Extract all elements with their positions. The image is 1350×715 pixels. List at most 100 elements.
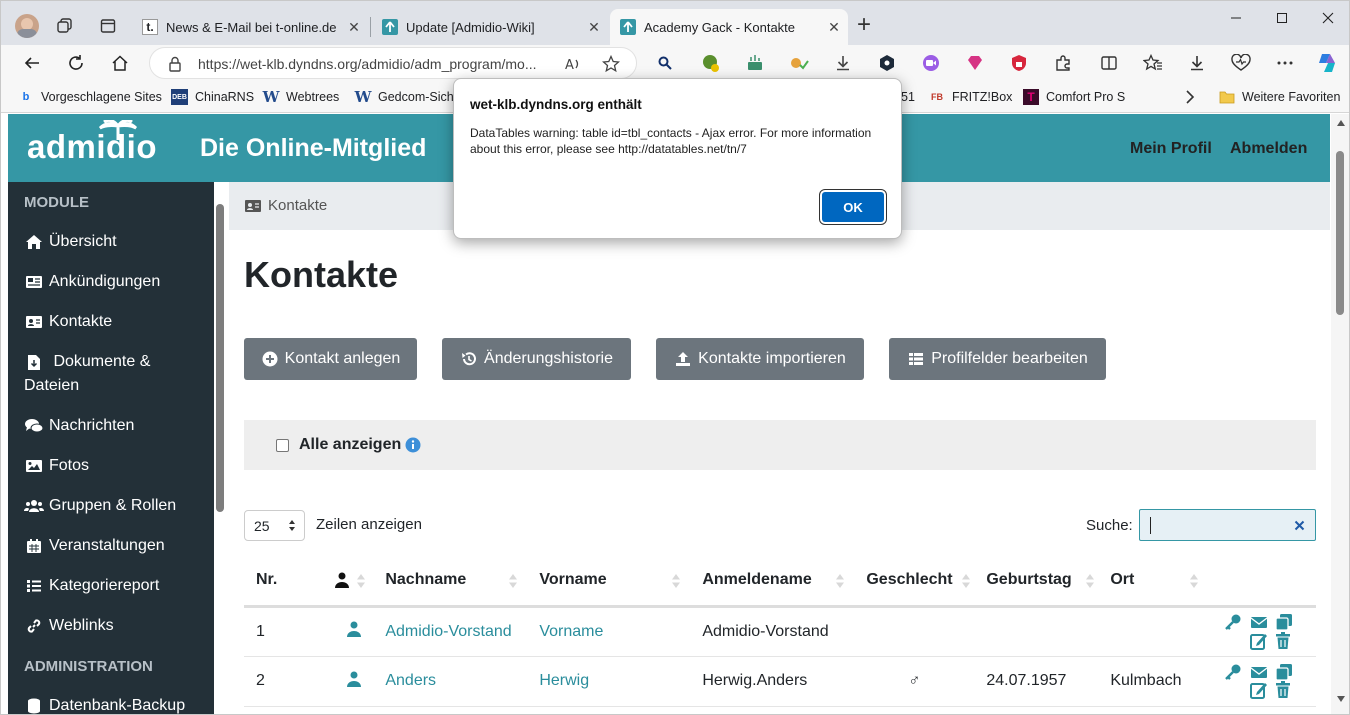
my-profile-link[interactable]: Mein Profil bbox=[1130, 140, 1212, 158]
user-icon[interactable] bbox=[347, 671, 362, 687]
key-icon[interactable] bbox=[1224, 663, 1242, 681]
key-icon[interactable] bbox=[1224, 613, 1242, 631]
sidebar-item-kontakte[interactable]: Kontakte bbox=[24, 310, 204, 334]
split-screen-icon[interactable] bbox=[1097, 51, 1121, 75]
tab-actions-icon[interactable] bbox=[100, 18, 116, 34]
sidebar-item-dokumente[interactable]: Dokumente & Dateien bbox=[24, 350, 204, 398]
change-history-button[interactable]: Änderungshistorie bbox=[442, 338, 631, 380]
chevron-right-icon[interactable] bbox=[1185, 90, 1195, 104]
clear-search-icon[interactable] bbox=[1294, 520, 1305, 531]
edit-icon[interactable] bbox=[1249, 681, 1268, 699]
column-header-vorname[interactable]: Vorname bbox=[527, 556, 691, 608]
sidebar-item-veranstaltungen[interactable]: Veranstaltungen bbox=[24, 534, 204, 558]
copilot-icon[interactable] bbox=[1315, 51, 1339, 75]
tab-close-icon[interactable]: ✕ bbox=[340, 19, 368, 36]
sidebar-item-fotos[interactable]: Fotos bbox=[24, 454, 204, 478]
sidebar-item-nachrichten[interactable]: Nachrichten bbox=[24, 414, 204, 438]
diamond-extension-icon[interactable] bbox=[963, 51, 987, 75]
column-header-anmeldename[interactable]: Anmeldename bbox=[690, 556, 855, 608]
add-contact-button[interactable]: Kontakt anlegen bbox=[244, 338, 417, 380]
favorite-webtrees[interactable]: W Webtrees bbox=[263, 88, 340, 106]
back-icon[interactable] bbox=[20, 51, 44, 75]
sidebar-item-datenbank-backup[interactable]: Datenbank-Backup bbox=[24, 694, 204, 714]
tab-academy-gack[interactable]: Academy Gack - Kontakte ✕ bbox=[610, 9, 848, 45]
workspaces-icon[interactable] bbox=[57, 18, 73, 34]
favorite-vorgeschlagene-sites[interactable]: b Vorgeschlagene Sites bbox=[18, 88, 162, 106]
home-icon[interactable] bbox=[108, 51, 132, 75]
favorites-icon[interactable] bbox=[1141, 51, 1165, 75]
favorite-star-icon[interactable] bbox=[602, 55, 620, 73]
trash-icon[interactable] bbox=[1275, 681, 1293, 699]
cell-vorname-link[interactable]: Vorname bbox=[527, 606, 691, 657]
tab-admidio-wiki[interactable]: Update [Admidio-Wiki] ✕ bbox=[372, 9, 608, 45]
tab-close-icon[interactable]: ✕ bbox=[580, 19, 608, 36]
close-window-button[interactable] bbox=[1305, 1, 1349, 35]
network-extension-icon[interactable] bbox=[743, 51, 767, 75]
page-length-select[interactable]: 25 bbox=[244, 510, 305, 541]
vpn-extension-icon[interactable] bbox=[699, 51, 723, 75]
sidebar-item-weblinks[interactable]: Weblinks bbox=[24, 614, 204, 638]
cell-nachname-link[interactable]: Admidio-Vorstand bbox=[373, 606, 528, 657]
ok-button[interactable]: OK bbox=[822, 192, 884, 222]
favorite-chinarns[interactable]: DEB ChinaRNS bbox=[171, 88, 254, 106]
admidio-logo[interactable]: admidio bbox=[27, 128, 157, 166]
tab-close-icon[interactable]: ✕ bbox=[820, 19, 848, 36]
column-header-nr[interactable]: Nr. bbox=[244, 556, 290, 608]
cell-nachname-link[interactable]: Anders bbox=[373, 656, 528, 707]
breadcrumb-item[interactable]: Kontakte bbox=[268, 197, 327, 214]
sidebar-item-uebersicht[interactable]: Übersicht bbox=[24, 230, 204, 254]
page-scrollbar[interactable] bbox=[1331, 114, 1349, 714]
scroll-thumb[interactable] bbox=[1336, 151, 1344, 315]
trash-icon[interactable] bbox=[1275, 631, 1293, 650]
sidebar-scrollbar[interactable] bbox=[216, 204, 224, 512]
maximize-button[interactable] bbox=[1259, 1, 1305, 35]
minimize-button[interactable] bbox=[1213, 1, 1259, 35]
column-header-user-icon[interactable] bbox=[289, 556, 374, 608]
show-all-label[interactable]: Alle anzeigen bbox=[299, 436, 401, 454]
extensions-icon[interactable] bbox=[1051, 51, 1075, 75]
favorite-gedcom[interactable]: W Gedcom-Siche bbox=[355, 88, 461, 106]
logout-link[interactable]: Abmelden bbox=[1230, 140, 1307, 158]
profile-avatar[interactable] bbox=[15, 14, 39, 38]
envelope-icon[interactable] bbox=[1250, 613, 1268, 631]
copy-icon[interactable] bbox=[1275, 613, 1293, 631]
scroll-down-arrow-icon[interactable] bbox=[1337, 696, 1345, 702]
favorite-51[interactable]: 51 bbox=[901, 88, 915, 106]
video-extension-icon[interactable] bbox=[919, 51, 943, 75]
copy-icon[interactable] bbox=[1275, 663, 1293, 681]
browser-essentials-icon[interactable] bbox=[1229, 51, 1253, 75]
shield-extension-icon[interactable] bbox=[1007, 51, 1031, 75]
more-icon[interactable] bbox=[1273, 51, 1297, 75]
sidebar-item-gruppen-rollen[interactable]: Gruppen & Rollen bbox=[24, 494, 204, 518]
column-header-ort[interactable]: Ort bbox=[1098, 556, 1205, 608]
user-icon[interactable] bbox=[347, 621, 362, 637]
cell-vorname-link[interactable]: Herwig bbox=[527, 656, 691, 707]
sidebar-item-ankuendigungen[interactable]: Ankündigungen bbox=[24, 270, 204, 294]
column-header-geschlecht[interactable]: Geschlecht bbox=[854, 556, 975, 608]
reload-icon[interactable] bbox=[64, 51, 88, 75]
tab-t-online[interactable]: t. News & E-Mail bei t-online.de | F ✕ bbox=[132, 9, 368, 45]
read-aloud-icon[interactable]: A bbox=[564, 55, 582, 73]
edit-icon[interactable] bbox=[1249, 632, 1268, 650]
password-extension-icon[interactable] bbox=[787, 51, 811, 75]
edit-profile-fields-button[interactable]: Profilfelder bearbeiten bbox=[889, 338, 1106, 380]
new-tab-button[interactable]: + bbox=[857, 11, 871, 39]
search-input[interactable] bbox=[1139, 509, 1316, 541]
address-bar[interactable]: https://wet-klb.dyndns.org/admidio/adm_p… bbox=[149, 47, 637, 79]
search-extension-icon[interactable] bbox=[653, 51, 677, 75]
import-contacts-button[interactable]: Kontakte importieren bbox=[656, 338, 864, 380]
column-header-geburtstag[interactable]: Geburtstag bbox=[974, 556, 1099, 608]
favorite-fritzbox[interactable]: FB FRITZ!Box bbox=[929, 88, 1012, 106]
download-icon[interactable] bbox=[831, 51, 855, 75]
sidebar-item-kategoriereport[interactable]: Kategoriereport bbox=[24, 574, 204, 598]
favorite-weitere-favoriten[interactable]: Weitere Favoriten bbox=[1219, 88, 1340, 106]
lock-icon[interactable] bbox=[168, 56, 182, 72]
column-header-nachname[interactable]: Nachname bbox=[373, 556, 528, 608]
scroll-up-arrow-icon[interactable] bbox=[1337, 120, 1345, 126]
downloads-icon[interactable] bbox=[1185, 51, 1209, 75]
show-all-checkbox[interactable] bbox=[276, 439, 289, 452]
info-icon[interactable] bbox=[405, 437, 421, 453]
envelope-icon[interactable] bbox=[1250, 663, 1268, 681]
cube-extension-icon[interactable] bbox=[875, 51, 899, 75]
favorite-comfort-pro[interactable]: T Comfort Pro S bbox=[1023, 88, 1125, 106]
